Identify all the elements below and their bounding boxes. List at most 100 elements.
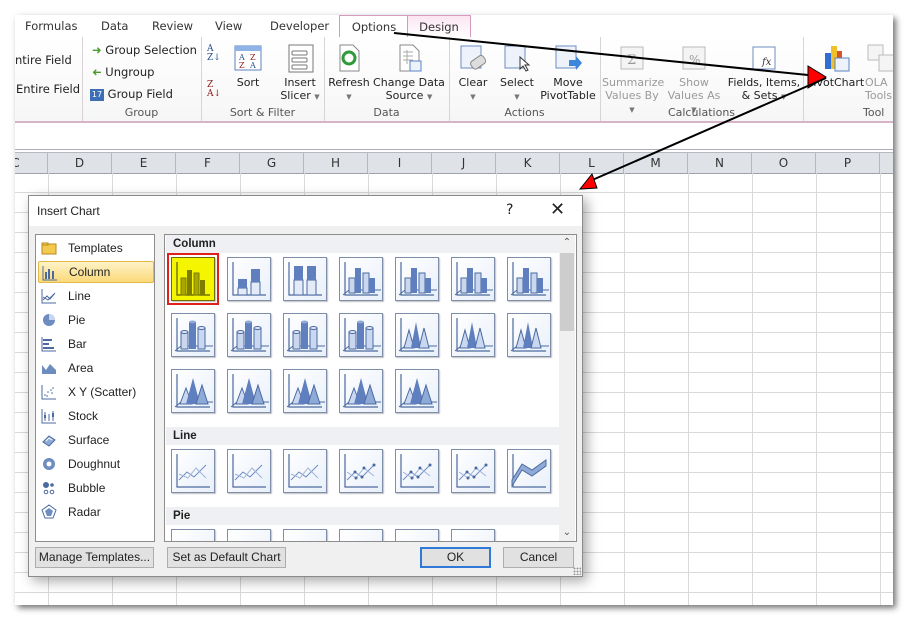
column-header-i[interactable]: I <box>368 153 432 173</box>
fields-items-sets-button[interactable]: fx Fields, Items, & Sets ▼ <box>727 43 801 104</box>
category-item-line[interactable]: Line <box>38 285 152 307</box>
chart-subtype-pie-2[interactable] <box>227 529 271 541</box>
pivotchart-button[interactable]: PivotChart <box>807 43 864 89</box>
clear-button[interactable]: Clear ▼ <box>453 43 493 104</box>
chart-subtype-pie-6[interactable] <box>451 529 495 541</box>
expand-entire-field-button[interactable]: ntire Field <box>15 53 72 67</box>
chart-subtype-column-4[interactable] <box>339 257 383 301</box>
gallery-scrollbar[interactable]: ⌃ ⌄ <box>559 235 575 541</box>
category-item-area[interactable]: Area <box>38 357 152 379</box>
chart-subtype-line-4[interactable] <box>339 449 383 493</box>
pyr-chart-thumbnail-icon <box>398 374 437 408</box>
chart-subtype-line-7[interactable] <box>507 449 551 493</box>
column-header-k[interactable]: K <box>496 153 560 173</box>
chart-category-list: Templates Column Line Pie Bar Area X Y (Scatte… <box>35 234 155 542</box>
chart-subtype-column-6[interactable] <box>451 257 495 301</box>
formula-bar[interactable] <box>15 123 893 150</box>
category-item-bubble[interactable]: Bubble <box>38 477 152 499</box>
ok-button[interactable]: OK <box>420 547 491 568</box>
chart-subtype-column-10[interactable] <box>283 313 327 357</box>
change-data-source-button[interactable]: Change Data Source ▼ <box>372 43 446 104</box>
chart-subtype-column-3[interactable] <box>283 257 327 301</box>
column-header-o[interactable]: O <box>752 153 816 173</box>
fx-icon: fx <box>752 46 776 70</box>
chart-subtype-column-5[interactable] <box>395 257 439 301</box>
sort-button[interactable]: AZZA Sort <box>231 43 265 89</box>
column-header-n[interactable]: N <box>688 153 752 173</box>
tab-formulas[interactable]: Formulas <box>25 19 78 37</box>
chart-subtype-pie-3[interactable] <box>283 529 327 541</box>
sort-a-z-button[interactable]: A Z↓ <box>207 45 221 63</box>
sort-z-a-button[interactable]: Z A↓ <box>207 81 221 99</box>
tab-view[interactable]: View <box>215 19 242 37</box>
chart-subtype-column-7[interactable] <box>507 257 551 301</box>
dialog-title: Insert Chart <box>37 204 100 218</box>
tab-developer[interactable]: Developer <box>270 19 329 37</box>
chart-subtype-column-18[interactable] <box>339 369 383 413</box>
dialog-title-bar[interactable]: Insert Chart ? ✕ <box>29 196 582 226</box>
column-header-e[interactable]: E <box>112 153 176 173</box>
category-item-templates[interactable]: Templates <box>38 237 152 259</box>
chart-subtype-column-14[interactable] <box>507 313 551 357</box>
category-item-x-y-scatter[interactable]: X Y (Scatter) <box>38 381 152 403</box>
category-item-radar[interactable]: Radar <box>38 501 152 523</box>
chart-subtype-column-13[interactable] <box>451 313 495 357</box>
column-header-c[interactable]: C <box>15 153 48 173</box>
column-header-l[interactable]: L <box>560 153 624 173</box>
chart-subtype-line-5[interactable] <box>395 449 439 493</box>
chart-subtype-line-3[interactable] <box>283 449 327 493</box>
column-header-g[interactable]: G <box>240 153 304 173</box>
cancel-button[interactable]: Cancel <box>503 547 574 568</box>
tab-review[interactable]: Review <box>152 19 193 37</box>
close-button[interactable]: ✕ <box>550 199 565 220</box>
column-header-p[interactable]: P <box>816 153 880 173</box>
chart-subtype-pie-5[interactable] <box>395 529 439 541</box>
category-label: Pie <box>68 313 86 327</box>
category-item-column[interactable]: Column <box>38 261 154 283</box>
category-item-bar[interactable]: Bar <box>38 333 152 355</box>
chart-subtype-column-15[interactable] <box>171 369 215 413</box>
select-button[interactable]: Select ▼ <box>497 43 537 104</box>
group-selection-button[interactable]: ➜ Group Selection <box>92 43 197 57</box>
chart-subtype-column-19[interactable] <box>395 369 439 413</box>
category-item-pie[interactable]: Pie <box>38 309 152 331</box>
column-header-m[interactable]: M <box>624 153 688 173</box>
chart-subtype-pie-4[interactable] <box>339 529 383 541</box>
tab-options[interactable]: Options <box>339 15 409 38</box>
scroll-up-button[interactable]: ⌃ <box>559 235 575 251</box>
olap-tools-button[interactable]: OLA Tools <box>865 43 893 102</box>
chart-subtype-line-1[interactable] <box>171 449 215 493</box>
tab-data[interactable]: Data <box>101 19 128 37</box>
refresh-button[interactable]: Refresh ▼ <box>328 43 370 104</box>
column-header-j[interactable]: J <box>432 153 496 173</box>
chart-subtype-column-8[interactable] <box>171 313 215 357</box>
insert-slicer-button[interactable]: Insert Slicer ▼ <box>277 43 323 104</box>
chart-subtype-column-17[interactable] <box>283 369 327 413</box>
move-pivottable-button[interactable]: Move PivotTable <box>539 43 597 102</box>
chart-subtype-column-11[interactable] <box>339 313 383 357</box>
chart-subtype-pie-1[interactable] <box>171 529 215 541</box>
resize-grip[interactable] <box>573 567 581 575</box>
help-button[interactable]: ? <box>506 202 513 218</box>
category-item-surface[interactable]: Surface <box>38 429 152 451</box>
chart-subtype-column-9[interactable] <box>227 313 271 357</box>
scroll-thumb[interactable] <box>560 253 574 331</box>
collapse-entire-field-button[interactable]: Entire Field <box>16 82 80 96</box>
chart-subtype-column-1[interactable] <box>167 253 219 305</box>
group-field-button[interactable]: 17 Group Field <box>90 87 173 101</box>
set-as-default-chart-button[interactable]: Set as Default Chart <box>167 547 286 568</box>
column-header-h[interactable]: H <box>304 153 368 173</box>
manage-templates-button[interactable]: Manage Templates... <box>35 547 154 568</box>
chart-subtype-column-2[interactable] <box>227 257 271 301</box>
category-item-doughnut[interactable]: Doughnut <box>38 453 152 475</box>
column-header-f[interactable]: F <box>176 153 240 173</box>
ungroup-button[interactable]: ➜ Ungroup <box>92 65 154 79</box>
scroll-down-button[interactable]: ⌄ <box>559 525 575 541</box>
category-item-stock[interactable]: Stock <box>38 405 152 427</box>
chart-subtype-line-2[interactable] <box>227 449 271 493</box>
tab-design[interactable]: Design <box>407 15 471 38</box>
chart-subtype-column-12[interactable] <box>395 313 439 357</box>
chart-subtype-column-16[interactable] <box>227 369 271 413</box>
chart-subtype-line-6[interactable] <box>451 449 495 493</box>
column-header-d[interactable]: D <box>48 153 112 173</box>
